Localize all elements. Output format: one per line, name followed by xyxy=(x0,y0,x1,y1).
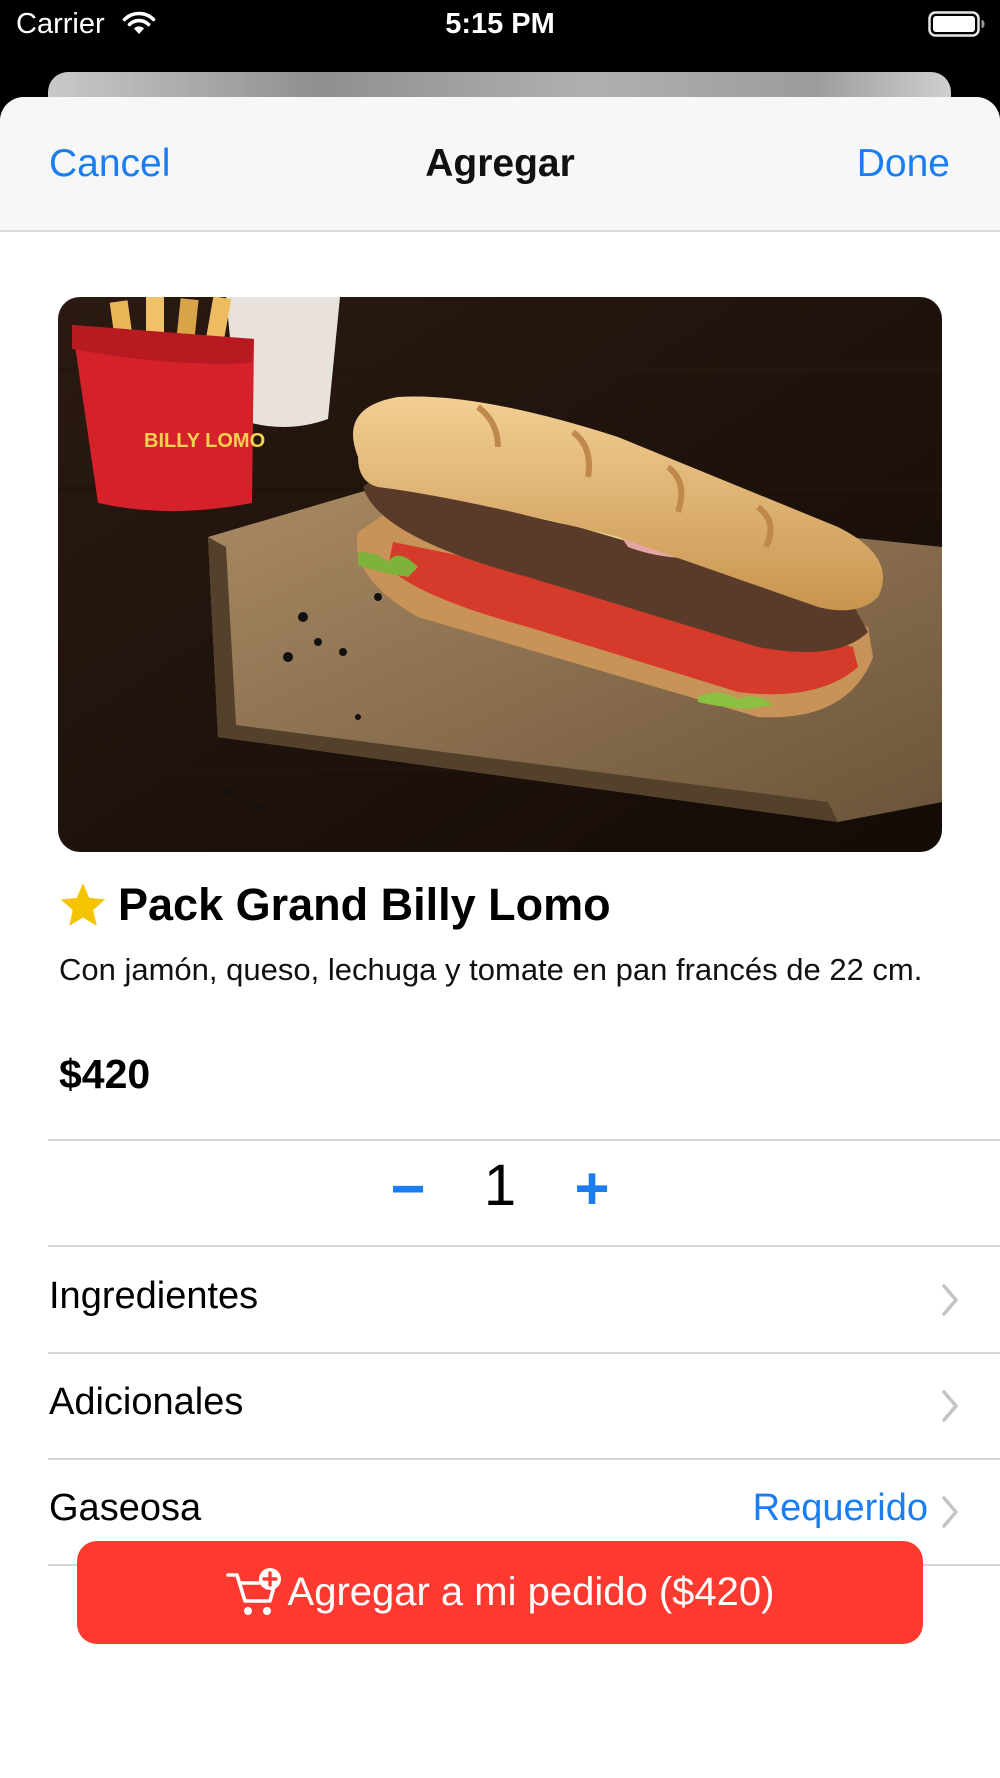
star-icon xyxy=(60,883,106,926)
product-price: $420 xyxy=(59,1051,151,1097)
option-value-required: Requerido xyxy=(752,1487,928,1529)
clock: 5:15 PM xyxy=(445,8,555,40)
product-title: Pack Grand Billy Lomo xyxy=(118,879,611,930)
navigation-bar: Cancel Agregar Done xyxy=(0,97,1000,232)
divider xyxy=(48,1139,1000,1141)
status-bar: Carrier 5:15 PM xyxy=(0,0,1000,60)
page-title: Agregar xyxy=(425,142,575,185)
option-row-ingredientes[interactable]: Ingredientes xyxy=(48,1248,1000,1352)
decrement-button[interactable]: − xyxy=(383,1154,433,1224)
add-to-order-label: Agregar a mi pedido ($420) xyxy=(287,1570,775,1614)
done-button[interactable]: Done xyxy=(857,142,950,186)
option-row-adicionales[interactable]: Adicionales xyxy=(48,1354,1000,1458)
quantity-value: 1 xyxy=(483,1153,517,1218)
product-image: BILLY LOMO xyxy=(58,297,942,852)
chevron-right-icon xyxy=(942,1284,958,1316)
product-description: Con jamón, queso, lechuga y tomate en pa… xyxy=(59,952,923,987)
option-label: Adicionales xyxy=(49,1381,244,1423)
svg-text:BILLY LOMO: BILLY LOMO xyxy=(144,430,265,452)
chevron-right-icon xyxy=(942,1390,958,1422)
option-label: Ingredientes xyxy=(49,1275,259,1317)
option-label: Gaseosa xyxy=(49,1487,202,1529)
cart-add-icon xyxy=(225,1567,281,1615)
product-title-row: Pack Grand Billy Lomo xyxy=(58,875,611,935)
battery-icon xyxy=(928,11,985,37)
add-item-sheet: Cancel Agregar Done BILLY LOMO Pack Gran… xyxy=(0,97,1000,1778)
quantity-stepper: − 1 + xyxy=(0,1142,1000,1246)
add-to-order-button[interactable]: Agregar a mi pedido ($420) xyxy=(77,1541,923,1644)
divider xyxy=(48,1245,1000,1247)
increment-button[interactable]: + xyxy=(567,1154,617,1224)
chevron-right-icon xyxy=(942,1496,958,1528)
